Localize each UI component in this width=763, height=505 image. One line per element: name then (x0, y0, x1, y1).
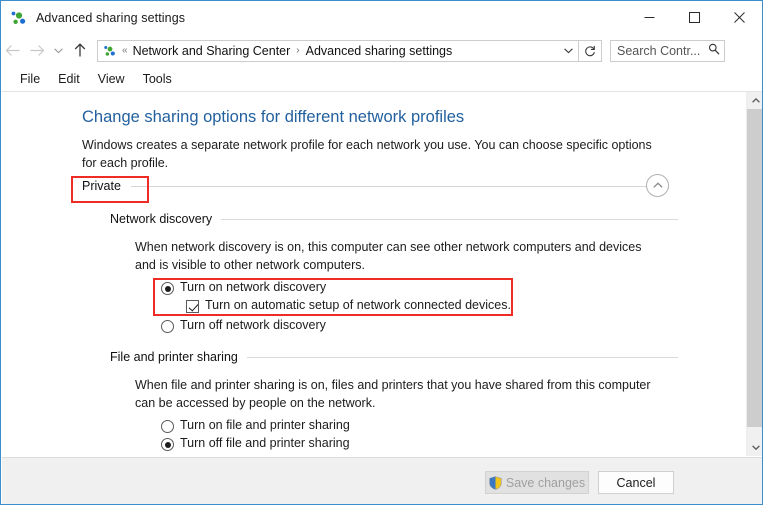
radio-turn-on-network-discovery[interactable]: Turn on network discovery (161, 280, 326, 295)
up-button[interactable] (67, 38, 93, 64)
menu-item-edit[interactable]: Edit (49, 70, 89, 88)
section-title: File and printer sharing (110, 350, 238, 364)
option-label: Turn off network discovery (180, 318, 326, 332)
breadcrumb-network-and-sharing-center[interactable]: Network and Sharing Center (132, 44, 292, 58)
content-pane: Change sharing options for different net… (2, 92, 746, 456)
option-label: Turn off file and printer sharing (180, 436, 350, 450)
cancel-label: Cancel (616, 475, 656, 490)
address-overflow-icon[interactable]: « (122, 45, 128, 56)
close-button[interactable] (717, 1, 762, 34)
network-sharing-icon-small (103, 44, 117, 58)
search-icon[interactable] (704, 43, 724, 58)
section-divider (246, 356, 678, 358)
checkbox-indicator[interactable] (186, 300, 199, 313)
section-divider (221, 218, 678, 220)
refresh-button[interactable] (579, 39, 602, 62)
checkbox-turn-on-automatic-setup[interactable]: Turn on automatic setup of network conne… (186, 298, 511, 313)
radio-turn-off-network-discovery[interactable]: Turn off network discovery (161, 318, 326, 333)
profile-header-private[interactable]: Private (82, 176, 670, 196)
recent-locations-button[interactable] (49, 38, 67, 64)
option-label: Turn on automatic setup of network conne… (205, 298, 511, 312)
address-bar-row: « Network and Sharing Center › Advanced … (1, 34, 762, 67)
minimize-button[interactable] (627, 1, 672, 34)
radio-indicator[interactable] (161, 320, 174, 333)
radio-indicator[interactable] (161, 420, 174, 433)
maximize-button[interactable] (672, 1, 717, 34)
search-box[interactable]: Search Contr... (610, 39, 725, 62)
cancel-button[interactable]: Cancel (598, 471, 674, 494)
uac-shield-icon (489, 475, 502, 490)
scrollbar-thumb[interactable] (747, 109, 762, 427)
chevron-up-icon[interactable] (646, 174, 669, 197)
option-label: Turn on network discovery (180, 280, 327, 294)
window-controls (627, 1, 762, 34)
network-sharing-icon (10, 9, 28, 27)
address-bar[interactable]: « Network and Sharing Center › Advanced … (97, 39, 579, 62)
section-description-file-and-printer-sharing: When file and printer sharing is on, fil… (135, 378, 651, 410)
radio-turn-on-file-and-printer-sharing[interactable]: Turn on file and printer sharing (161, 418, 350, 433)
window-title: Advanced sharing settings (36, 10, 186, 25)
section-description-network-discovery: When network discovery is on, this compu… (135, 240, 642, 272)
radio-indicator[interactable] (161, 282, 174, 295)
vertical-scrollbar[interactable] (746, 92, 762, 456)
scroll-down-arrow-icon[interactable] (747, 439, 762, 456)
option-label: Turn on file and printer sharing (180, 418, 350, 432)
save-changes-button[interactable]: Save changes (485, 471, 589, 494)
radio-indicator[interactable] (161, 438, 174, 451)
back-button[interactable] (1, 38, 25, 64)
section-header-network-discovery: Network discovery (110, 210, 678, 228)
menu-item-tools[interactable]: Tools (134, 70, 181, 88)
section-header-file-and-printer-sharing: File and printer sharing (110, 348, 678, 366)
save-changes-label: Save changes (505, 475, 586, 490)
advanced-sharing-settings-window: Advanced sharing settings « Network and … (0, 0, 763, 505)
page-intro-text: Windows creates a separate network profi… (82, 138, 652, 170)
profile-name-label: Private (82, 179, 121, 193)
section-title: Network discovery (110, 212, 213, 226)
menu-item-view[interactable]: View (89, 70, 134, 88)
search-input[interactable]: Search Contr... (611, 44, 704, 58)
address-dropdown-icon[interactable] (558, 41, 578, 61)
forward-button[interactable] (25, 38, 49, 64)
scroll-up-arrow-icon[interactable] (747, 92, 762, 109)
profile-divider (130, 185, 664, 187)
menu-bar: File Edit View Tools (1, 67, 762, 91)
title-bar: Advanced sharing settings (1, 1, 762, 34)
breadcrumb-advanced-sharing-settings[interactable]: Advanced sharing settings (305, 44, 454, 58)
menu-item-file[interactable]: File (11, 70, 49, 88)
breadcrumb-separator-icon[interactable]: › (291, 45, 304, 56)
radio-turn-off-file-and-printer-sharing[interactable]: Turn off file and printer sharing (161, 436, 350, 451)
page-title: Change sharing options for different net… (82, 108, 465, 126)
footer-bar: Save changes Cancel (2, 457, 762, 504)
